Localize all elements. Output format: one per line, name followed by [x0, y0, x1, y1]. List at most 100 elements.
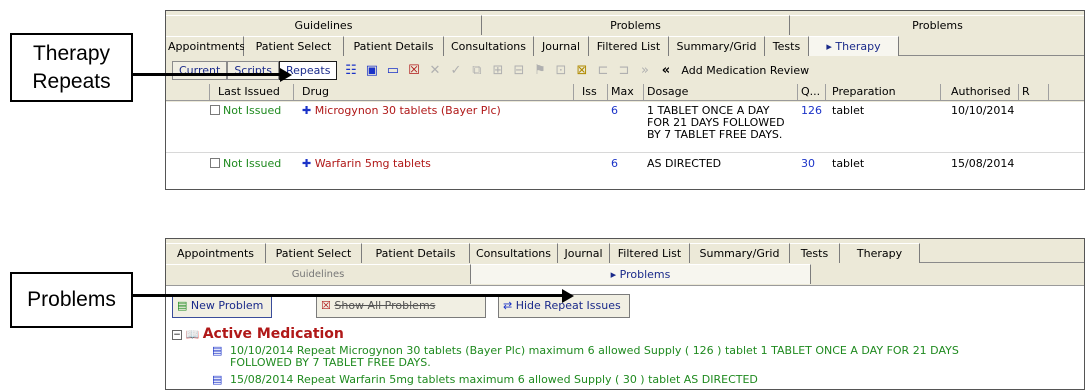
- tick-icon[interactable]: ✓: [448, 63, 463, 78]
- column-drug[interactable]: Drug: [294, 84, 574, 100]
- tab-patient-select[interactable]: Patient Select: [244, 36, 344, 56]
- authorised-value: 15/08/2014: [951, 158, 1015, 170]
- max-value: 6: [611, 105, 618, 117]
- tab-tests[interactable]: Tests: [765, 36, 809, 56]
- entry-icon: ▤: [212, 373, 223, 386]
- tab-consultations[interactable]: Consultations: [470, 243, 558, 263]
- show-all-icon: ☒: [321, 299, 331, 312]
- info-icon[interactable]: ⊐: [616, 63, 631, 78]
- drug-icon: ✚: [302, 105, 312, 117]
- problems-callout: Problems: [10, 272, 133, 328]
- column-preparation[interactable]: Preparation: [826, 84, 941, 100]
- tab-problems-2[interactable]: Problems: [790, 15, 1084, 35]
- tab-appointments[interactable]: Appointments: [166, 36, 245, 56]
- scripts-subtab[interactable]: Scripts: [227, 61, 279, 80]
- document-icon[interactable]: ▭: [385, 63, 400, 78]
- main-tab-row: Appointments Patient Select Patient Deta…: [166, 36, 1084, 56]
- list-view-icon[interactable]: ☷: [343, 63, 358, 78]
- table-row[interactable]: Not Issued ✚ Warfarin 5mg tablets 6 AS D…: [166, 158, 1084, 178]
- hide-repeat-icon: ⇄: [503, 299, 513, 312]
- pharmacy-icon[interactable]: ⚑: [532, 63, 547, 78]
- therapy-toolbar: Current Scripts Repeats ☷ ▣ ▭ ☒ ✕ ✓ ⧉ ⊞ …: [166, 59, 1084, 82]
- last-issued-value: Not Issued: [223, 105, 282, 117]
- tab-tests[interactable]: Tests: [790, 243, 840, 263]
- tab-summary-grid[interactable]: Summary/Grid: [690, 243, 790, 263]
- tab-journal[interactable]: Journal: [558, 243, 610, 263]
- problems-arrow: [133, 294, 563, 297]
- new-problem-icon: ▤: [177, 299, 188, 312]
- show-all-problems-button[interactable]: ☒ Show All Problems: [316, 294, 486, 318]
- tab-patient-details[interactable]: Patient Details: [362, 243, 470, 263]
- quantity-value: 30: [801, 158, 815, 170]
- last-issued-value: Not Issued: [223, 158, 282, 170]
- cancel-icon[interactable]: ✕: [427, 63, 442, 78]
- tab-summary-grid[interactable]: Summary/Grid: [669, 36, 765, 56]
- drug-name: Warfarin 5mg tablets: [314, 158, 431, 170]
- tab-problems[interactable]: Problems: [482, 15, 790, 35]
- reprint-icon[interactable]: ⊟: [511, 63, 526, 78]
- tab-therapy[interactable]: ▸ Therapy: [809, 36, 899, 56]
- chevron-right-icon[interactable]: »: [637, 63, 652, 78]
- copy-icon[interactable]: ⧉: [469, 63, 484, 78]
- main-tab-row: Appointments Patient Select Patient Deta…: [166, 243, 1084, 263]
- problems-arrowhead: [562, 289, 574, 303]
- therapy-repeats-callout: Therapy Repeats: [10, 33, 133, 102]
- tab-patient-select[interactable]: Patient Select: [266, 243, 362, 263]
- entry-icon: ▤: [212, 344, 223, 357]
- tab-consultations[interactable]: Consultations: [444, 36, 534, 56]
- quantity-value: 126: [801, 105, 822, 117]
- tab-journal[interactable]: Journal: [534, 36, 589, 56]
- upper-tab-row: Guidelines Problems Problems: [166, 15, 1084, 35]
- add-medication-review-button[interactable]: Add Medication Review: [681, 64, 809, 77]
- active-medication-header[interactable]: − 📖 Active Medication: [172, 326, 344, 342]
- medication-entry[interactable]: ▤ 15/08/2014 Repeat Warfarin 5mg tablets…: [212, 374, 1084, 386]
- column-last-issued[interactable]: Last Issued: [210, 84, 294, 100]
- notes-icon[interactable]: ⊏: [595, 63, 610, 78]
- column-max[interactable]: Max: [608, 84, 644, 100]
- tab-patient-details[interactable]: Patient Details: [344, 36, 444, 56]
- repeats-grid-header: Last Issued Drug Iss Max Dosage Q... Pre…: [166, 84, 1084, 101]
- collapse-chevron-icon[interactable]: «: [658, 63, 673, 78]
- table-row[interactable]: Not Issued ✚ Microgynon 30 tablets (Baye…: [166, 105, 1084, 153]
- authorised-value: 10/10/2014: [951, 105, 1015, 117]
- current-subtab[interactable]: Current: [172, 61, 228, 80]
- tab-guidelines[interactable]: Guidelines: [166, 264, 471, 284]
- dosage-value: 1 TABLET ONCE A DAY FOR 21 DAYS FOLLOWED…: [647, 105, 785, 141]
- tab-filtered-list[interactable]: Filtered List: [610, 243, 690, 263]
- column-quantity[interactable]: Q...: [798, 84, 826, 100]
- section-title: Active Medication: [202, 326, 344, 342]
- problems-content: ▤ New Problem ☒ Show All Problems ⇄ Hide…: [166, 285, 1084, 389]
- preparation-value: tablet: [832, 105, 865, 117]
- print-icon[interactable]: ▣: [364, 63, 379, 78]
- dosage-value: AS DIRECTED: [647, 158, 722, 170]
- preparation-value: tablet: [832, 158, 865, 170]
- medication-entry[interactable]: ▤ 10/10/2014 Repeat Microgynon 30 tablet…: [212, 345, 1084, 369]
- therapy-repeats-arrowhead: [280, 68, 292, 82]
- tab-problems[interactable]: ▸ Problems: [471, 264, 811, 284]
- column-blank: [166, 84, 210, 100]
- edit-icon[interactable]: ⊞: [490, 63, 505, 78]
- drug-icon: ✚: [302, 158, 312, 170]
- column-r[interactable]: R: [1019, 84, 1049, 100]
- tab-therapy[interactable]: Therapy: [840, 243, 920, 263]
- column-iss[interactable]: Iss: [574, 84, 608, 100]
- tab-appointments[interactable]: Appointments: [166, 243, 266, 263]
- therapy-repeats-arrow: [133, 73, 281, 76]
- tab-filtered-list[interactable]: Filtered List: [589, 36, 669, 56]
- collapse-icon[interactable]: −: [172, 330, 182, 340]
- medication-book-icon: 📖: [185, 328, 200, 341]
- column-authorised[interactable]: Authorised: [941, 84, 1019, 100]
- tab-guidelines[interactable]: Guidelines: [166, 15, 482, 35]
- repeats-grid: Not Issued ✚ Microgynon 30 tablets (Baye…: [166, 102, 1084, 189]
- column-dosage[interactable]: Dosage: [644, 84, 798, 100]
- drug-name: Microgynon 30 tablets (Bayer Plc): [314, 105, 501, 117]
- review-icon[interactable]: ⊠: [574, 63, 589, 78]
- second-tab-row: Guidelines ▸ Problems: [166, 264, 1084, 284]
- delete-document-icon[interactable]: ☒: [406, 63, 421, 78]
- new-problem-button[interactable]: ▤ New Problem: [172, 294, 273, 318]
- row-checkbox[interactable]: [210, 158, 220, 168]
- reauthorise-icon[interactable]: ⊡: [553, 63, 568, 78]
- max-value: 6: [611, 158, 618, 170]
- row-checkbox[interactable]: [210, 105, 220, 115]
- therapy-repeats-screenshot: Guidelines Problems Problems Appointment…: [165, 10, 1085, 190]
